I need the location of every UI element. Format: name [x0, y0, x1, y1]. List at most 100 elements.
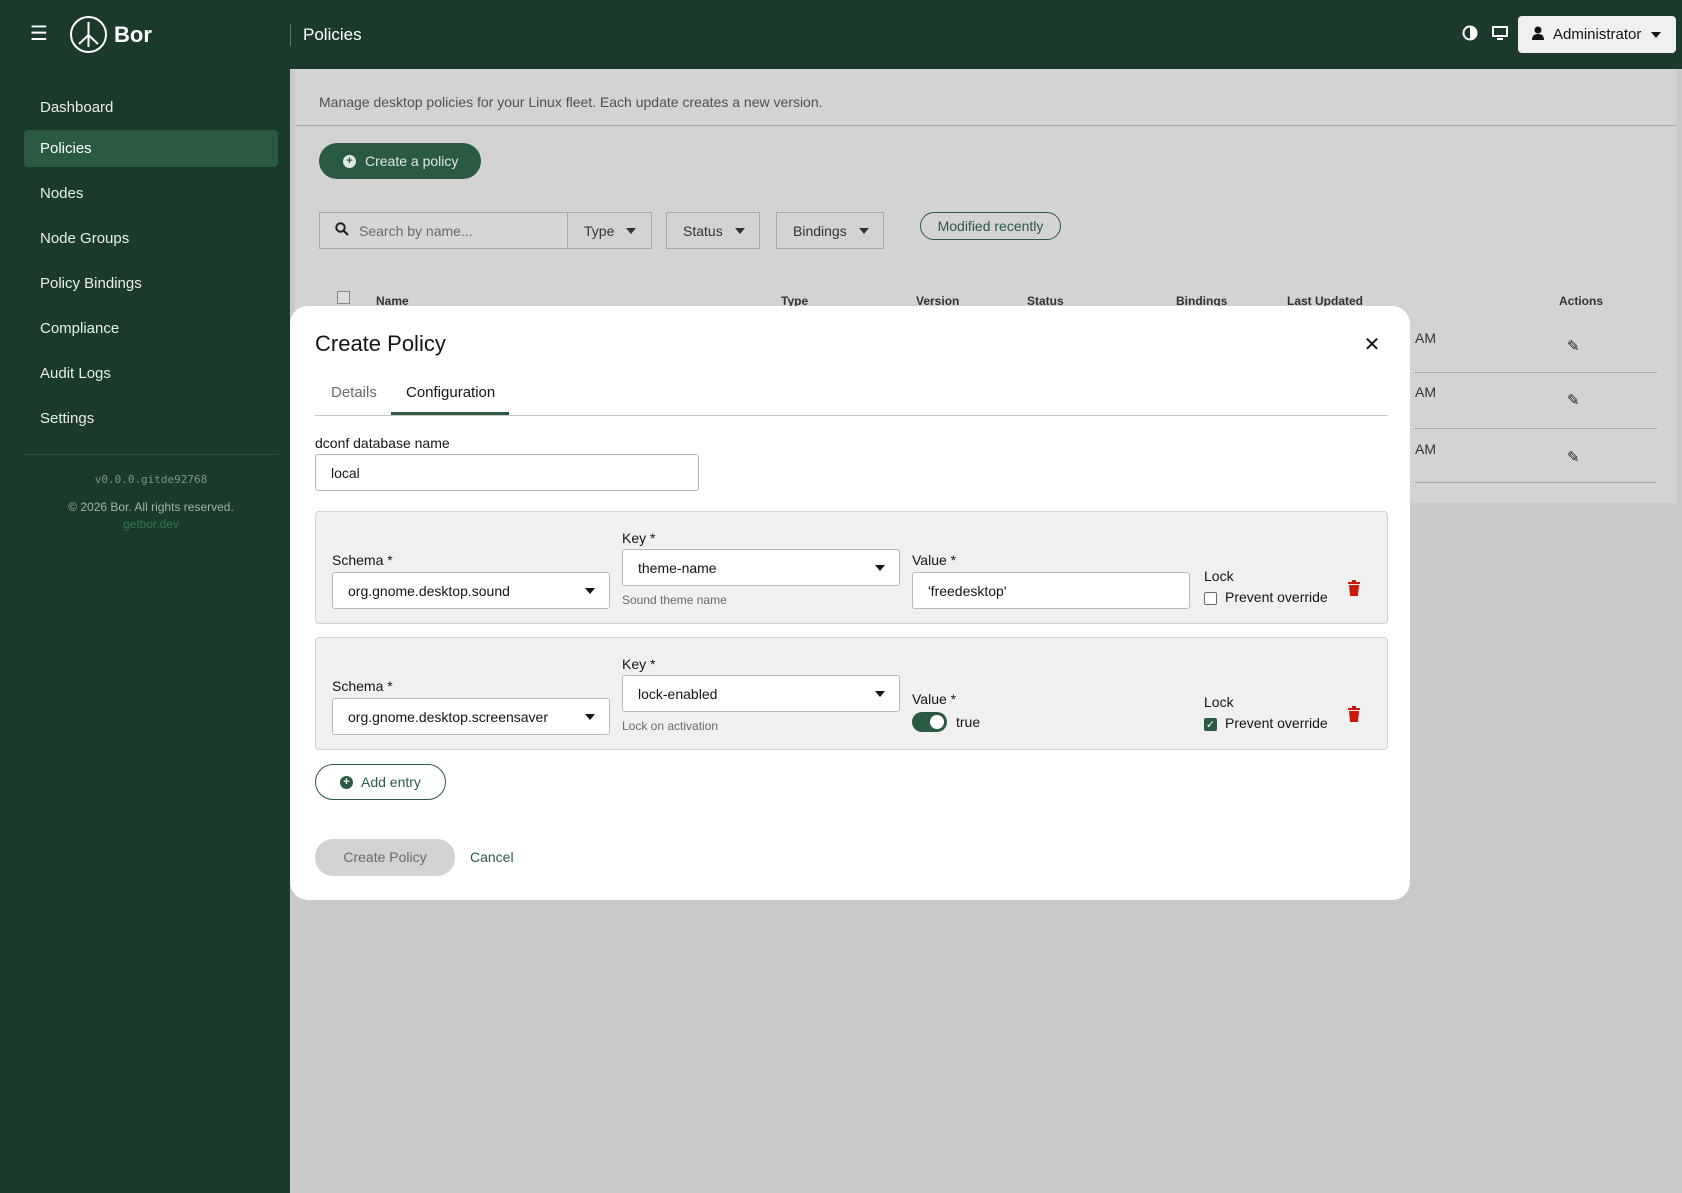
modified-recently-chip[interactable]: Modified recently — [920, 212, 1061, 240]
row-divider — [1415, 482, 1657, 483]
prevent-override-checkbox[interactable] — [1204, 592, 1217, 605]
edit-pencil-icon[interactable]: ✎ — [1567, 337, 1583, 355]
active-tab-indicator — [391, 412, 509, 415]
create-policy-modal: Create Policy ✕ Details Configuration dc… — [290, 306, 1410, 900]
key-value: theme-name — [638, 559, 717, 576]
type-filter[interactable]: Type — [567, 212, 652, 249]
edit-pencil-icon[interactable]: ✎ — [1567, 391, 1583, 409]
tab-configuration[interactable]: Configuration — [406, 384, 495, 401]
key-select[interactable]: lock-enabled — [622, 675, 900, 712]
sidebar-item-policies[interactable]: Policies — [24, 130, 278, 167]
config-entry: Schema * org.gnome.desktop.sound Key * t… — [315, 511, 1388, 624]
add-entry-label: Add entry — [361, 774, 421, 790]
close-icon[interactable]: ✕ — [1363, 335, 1381, 355]
hamburger-menu-icon[interactable]: ☰ — [30, 24, 48, 44]
key-label: Key * — [622, 530, 656, 546]
user-menu-button[interactable]: Administrator — [1518, 16, 1676, 53]
search-input[interactable]: Search by name... — [319, 212, 569, 249]
chevron-down-icon — [626, 227, 637, 234]
chevron-down-icon — [585, 588, 595, 594]
sidebar-item-settings[interactable]: Settings — [24, 400, 278, 437]
tab-details[interactable]: Details — [331, 384, 377, 401]
copyright-text: © 2026 Bor. All rights reserved. — [68, 500, 234, 514]
row-divider — [1415, 428, 1657, 429]
bindings-filter[interactable]: Bindings — [776, 212, 884, 249]
topbar-divider — [290, 24, 291, 46]
toggle-value-text: true — [956, 714, 981, 730]
theme-contrast-icon[interactable] — [1461, 24, 1481, 44]
trash-icon[interactable] — [1347, 580, 1361, 596]
key-value: lock-enabled — [638, 685, 718, 702]
trash-icon[interactable] — [1347, 706, 1361, 722]
column-header-actions: Actions — [1559, 294, 1604, 308]
sidebar-item-node-groups[interactable]: Node Groups — [24, 220, 278, 257]
schema-label: Schema * — [332, 552, 393, 568]
row-last-updated: AM — [1415, 441, 1436, 457]
chevron-down-icon — [875, 691, 885, 697]
bor-logo — [70, 16, 107, 53]
toggle-knob — [930, 715, 944, 729]
add-entry-button[interactable]: + Add entry — [315, 764, 446, 800]
schema-select[interactable]: org.gnome.desktop.sound — [332, 572, 610, 609]
sidebar-item-nodes[interactable]: Nodes — [24, 175, 278, 212]
prevent-override-checkbox[interactable]: ✓ — [1204, 718, 1217, 731]
db-name-label: dconf database name — [315, 435, 450, 451]
row-last-updated: AM — [1415, 330, 1436, 346]
version-label: v0.0.0.gitde92768 — [94, 473, 208, 486]
cancel-button[interactable]: Cancel — [470, 849, 514, 865]
plus-circle-icon: + — [340, 775, 353, 789]
top-bar: ☰ Bor Policies Administrator — [0, 0, 1682, 69]
sidebar-item-compliance[interactable]: Compliance — [24, 310, 278, 347]
plus-circle-icon: + — [343, 154, 356, 168]
value-label: Value * — [912, 552, 957, 568]
status-filter[interactable]: Status — [666, 212, 760, 249]
sidebar-item-policy-bindings[interactable]: Policy Bindings — [24, 265, 278, 302]
brand-name: Bor — [114, 22, 152, 47]
schema-label: Schema * — [332, 678, 393, 694]
status-filter-label: Status — [683, 222, 723, 239]
sidebar-divider — [24, 454, 278, 455]
key-helper-text: Lock on activation — [622, 719, 719, 733]
bindings-filter-label: Bindings — [793, 222, 847, 239]
chevron-down-icon — [1651, 31, 1662, 38]
value-toggle[interactable] — [912, 712, 947, 732]
schema-value: org.gnome.desktop.sound — [348, 582, 510, 599]
modal-tabs: Details Configuration — [315, 366, 1388, 416]
create-policy-button[interactable]: + Create a policy — [319, 143, 481, 179]
config-entry: Schema * org.gnome.desktop.screensaver K… — [315, 637, 1388, 750]
lock-label: Lock — [1204, 568, 1234, 584]
value-input[interactable]: 'freedesktop' — [912, 572, 1190, 609]
row-divider — [1415, 372, 1657, 373]
user-icon — [1532, 26, 1544, 44]
edit-pencil-icon[interactable]: ✎ — [1567, 448, 1583, 466]
key-select[interactable]: theme-name — [622, 549, 900, 586]
chevron-down-icon — [858, 227, 869, 234]
sidebar: Dashboard Policies Nodes Node Groups Pol… — [0, 69, 290, 1193]
type-filter-label: Type — [584, 222, 615, 239]
lock-label: Lock — [1204, 694, 1234, 710]
create-policy-label: Create a policy — [365, 153, 459, 169]
website-link[interactable]: getbor.dev — [0, 517, 302, 531]
monitor-icon[interactable] — [1491, 24, 1511, 44]
chevron-down-icon — [875, 565, 885, 571]
value-label: Value * — [912, 691, 957, 707]
create-policy-submit-button[interactable]: Create Policy — [315, 839, 455, 876]
sidebar-item-dashboard[interactable]: Dashboard — [24, 89, 278, 126]
chevron-down-icon — [585, 714, 595, 720]
db-name-input[interactable]: local — [315, 454, 699, 491]
sidebar-item-audit-logs[interactable]: Audit Logs — [24, 355, 278, 392]
page-divider — [295, 125, 1677, 126]
prevent-override-label: Prevent override — [1225, 589, 1328, 605]
row-last-updated: AM — [1415, 384, 1436, 400]
schema-value: org.gnome.desktop.screensaver — [348, 708, 548, 725]
page-description: Manage desktop policies for your Linux f… — [319, 94, 823, 110]
page-title: Policies — [303, 25, 362, 44]
user-menu-label: Administrator — [1553, 26, 1642, 43]
schema-select[interactable]: org.gnome.desktop.screensaver — [332, 698, 610, 735]
key-label: Key * — [622, 656, 656, 672]
search-placeholder: Search by name... — [359, 222, 473, 239]
select-all-checkbox[interactable] — [337, 291, 350, 304]
prevent-override-label: Prevent override — [1225, 715, 1328, 731]
key-helper-text: Sound theme name — [622, 593, 727, 607]
search-icon — [335, 222, 349, 239]
